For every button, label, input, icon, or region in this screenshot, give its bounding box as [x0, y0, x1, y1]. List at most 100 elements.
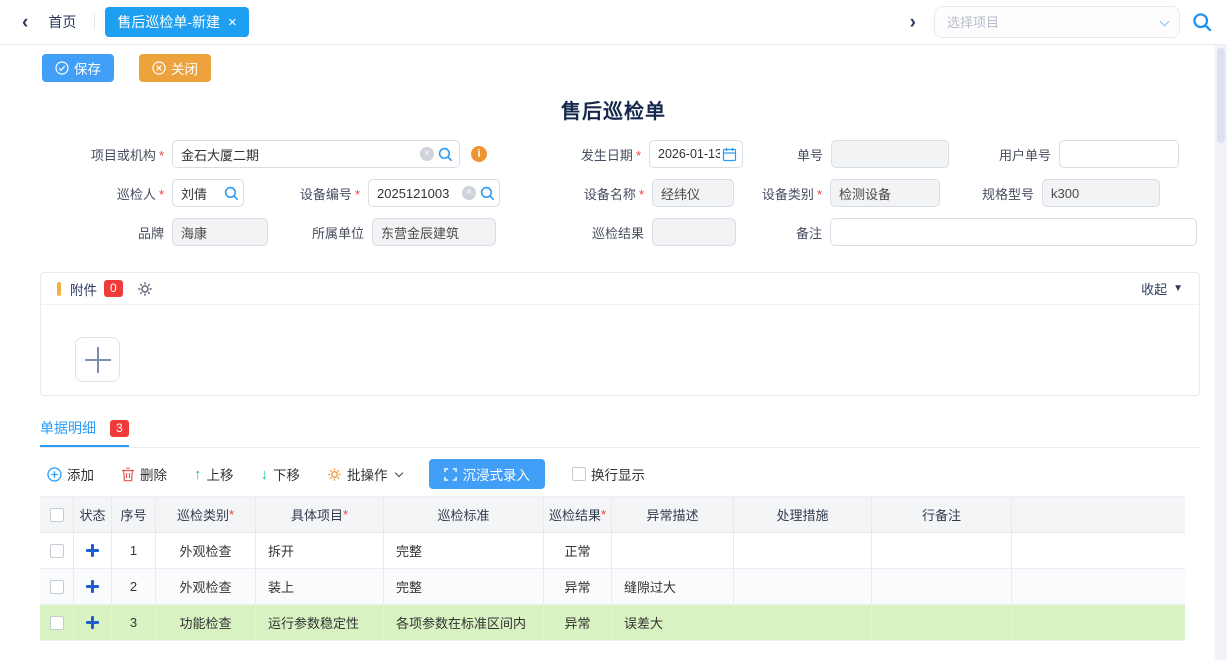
move-down-button[interactable]: ↓ 下移: [261, 464, 301, 484]
cell-abnormal[interactable]: [612, 533, 734, 568]
scrollbar-thumb[interactable]: [1217, 48, 1225, 143]
tab-close-icon[interactable]: ×: [228, 15, 237, 30]
action-bar: 保存 关闭: [42, 54, 1227, 82]
vertical-scrollbar[interactable]: [1215, 45, 1227, 660]
chevron-down-icon: [394, 468, 402, 476]
device-name-input: [652, 179, 734, 207]
cell-action[interactable]: [734, 533, 872, 568]
device-type-input: [830, 179, 940, 207]
project-input[interactable]: [172, 140, 460, 168]
detail-count-badge: 3: [110, 420, 129, 437]
attachments-title: 附件: [70, 279, 97, 299]
cell-standard[interactable]: 完整: [384, 569, 544, 604]
add-circle-icon: [47, 467, 62, 482]
cell-category[interactable]: 功能检查: [156, 605, 256, 640]
col-result: 巡检结果: [544, 497, 612, 532]
project-select-input[interactable]: [935, 15, 1179, 30]
save-button-label: 保存: [74, 58, 101, 78]
tab-detail-lines[interactable]: 单据明细 3: [40, 418, 129, 447]
form-row-1: 项目或机构 × i 发生日期 单号 用户单号: [40, 140, 1197, 168]
remark-input[interactable]: [830, 218, 1197, 246]
cell-seq: 3: [112, 605, 156, 640]
calendar-icon[interactable]: [722, 147, 737, 162]
app-window: ‹ 首页 售后巡检单-新建 × › 保存 关闭 售后巡检单: [0, 0, 1227, 660]
lookup-search-icon[interactable]: [438, 147, 453, 162]
clear-icon[interactable]: ×: [420, 147, 434, 161]
collapse-label: 收起: [1141, 279, 1167, 298]
lookup-search-icon[interactable]: [224, 186, 239, 201]
cell-abnormal[interactable]: 误差大: [612, 605, 734, 640]
tab-bar: ‹ 首页 售后巡检单-新建 × ›: [0, 0, 1227, 45]
cell-abnormal[interactable]: 缝隙过大: [612, 569, 734, 604]
cell-standard[interactable]: 完整: [384, 533, 544, 568]
remark-label: 备注: [736, 223, 830, 242]
info-icon[interactable]: i: [471, 146, 487, 162]
clear-icon[interactable]: ×: [462, 186, 476, 200]
row-add-icon[interactable]: [86, 544, 99, 557]
upload-button[interactable]: [75, 337, 120, 382]
cell-item[interactable]: 装上: [256, 569, 384, 604]
col-item: 具体项目: [256, 497, 384, 532]
user-doc-no-label: 用户单号: [949, 145, 1059, 164]
device-type-label: 设备类别: [734, 184, 830, 203]
check-circle-icon: [55, 61, 69, 75]
tab-active[interactable]: 售后巡检单-新建 ×: [105, 7, 248, 37]
cell-item[interactable]: 拆开: [256, 533, 384, 568]
table-row[interactable]: 2 外观检查 装上 完整 异常 缝隙过大: [40, 569, 1185, 605]
search-icon[interactable]: [1192, 12, 1213, 33]
row-checkbox[interactable]: [50, 616, 64, 630]
attachments-count-badge: 0: [104, 280, 123, 297]
row-add-icon[interactable]: [86, 580, 99, 593]
cell-remark[interactable]: [872, 605, 1012, 640]
move-up-button[interactable]: ↑ 上移: [194, 464, 234, 484]
row-checkbox[interactable]: [50, 544, 64, 558]
save-button[interactable]: 保存: [42, 54, 114, 82]
close-button-label: 关闭: [171, 58, 198, 78]
wrap-display-toggle[interactable]: 换行显示: [572, 464, 645, 484]
cell-result[interactable]: 异常: [544, 605, 612, 640]
tab-detail-label: 单据明细: [40, 418, 96, 438]
table-row-selected[interactable]: 3 功能检查 运行参数稳定性 各项参数在标准区间内 异常 误差大: [40, 605, 1185, 641]
col-status: 状态: [74, 497, 112, 532]
cell-action[interactable]: [734, 605, 872, 640]
delete-label: 删除: [140, 464, 167, 484]
table-row[interactable]: 1 外观检查 拆开 完整 正常: [40, 533, 1185, 569]
immersive-entry-button[interactable]: 沉浸式录入: [429, 459, 546, 489]
owner-unit-label: 所属单位: [268, 223, 372, 242]
cell-category[interactable]: 外观检查: [156, 569, 256, 604]
delete-row-button[interactable]: 删除: [121, 464, 167, 484]
user-doc-no-input[interactable]: [1059, 140, 1179, 168]
cell-result[interactable]: 异常: [544, 569, 612, 604]
cell-remark[interactable]: [872, 533, 1012, 568]
wrap-checkbox[interactable]: [572, 467, 586, 481]
collapse-toggle[interactable]: 收起 ▼: [1141, 279, 1183, 298]
attachments-header: 附件 0 收起 ▼: [41, 273, 1199, 305]
brand-input: [172, 218, 268, 246]
close-button[interactable]: 关闭: [139, 54, 211, 82]
cell-category[interactable]: 外观检查: [156, 533, 256, 568]
cell-standard[interactable]: 各项参数在标准区间内: [384, 605, 544, 640]
gear-icon[interactable]: [137, 281, 153, 297]
doc-no-input: [831, 140, 949, 168]
batch-label: 批操作: [347, 464, 388, 484]
date-label: 发生日期: [487, 145, 649, 164]
cell-action[interactable]: [734, 569, 872, 604]
select-all-checkbox[interactable]: [50, 508, 64, 522]
tab-home[interactable]: 首页: [48, 12, 76, 32]
batch-operations-dropdown[interactable]: 批操作: [327, 464, 402, 484]
row-add-icon[interactable]: [86, 616, 99, 629]
project-select[interactable]: [934, 6, 1180, 38]
collapse-arrow-icon: ▼: [1173, 283, 1183, 294]
add-row-button[interactable]: 添加: [47, 464, 94, 484]
cell-item[interactable]: 运行参数稳定性: [256, 605, 384, 640]
tabs-scroll-left-icon[interactable]: ‹: [16, 13, 34, 32]
lookup-search-icon[interactable]: [480, 186, 495, 201]
row-checkbox[interactable]: [50, 580, 64, 594]
cell-remark[interactable]: [872, 569, 1012, 604]
col-action: 处理措施: [734, 497, 872, 532]
form-row-2: 巡检人 设备编号 × 设备名称 设备类别 规格型号: [40, 179, 1197, 207]
col-seq: 序号: [112, 497, 156, 532]
cell-result[interactable]: 正常: [544, 533, 612, 568]
col-remark: 行备注: [872, 497, 1012, 532]
tabs-scroll-right-icon[interactable]: ›: [904, 13, 922, 32]
